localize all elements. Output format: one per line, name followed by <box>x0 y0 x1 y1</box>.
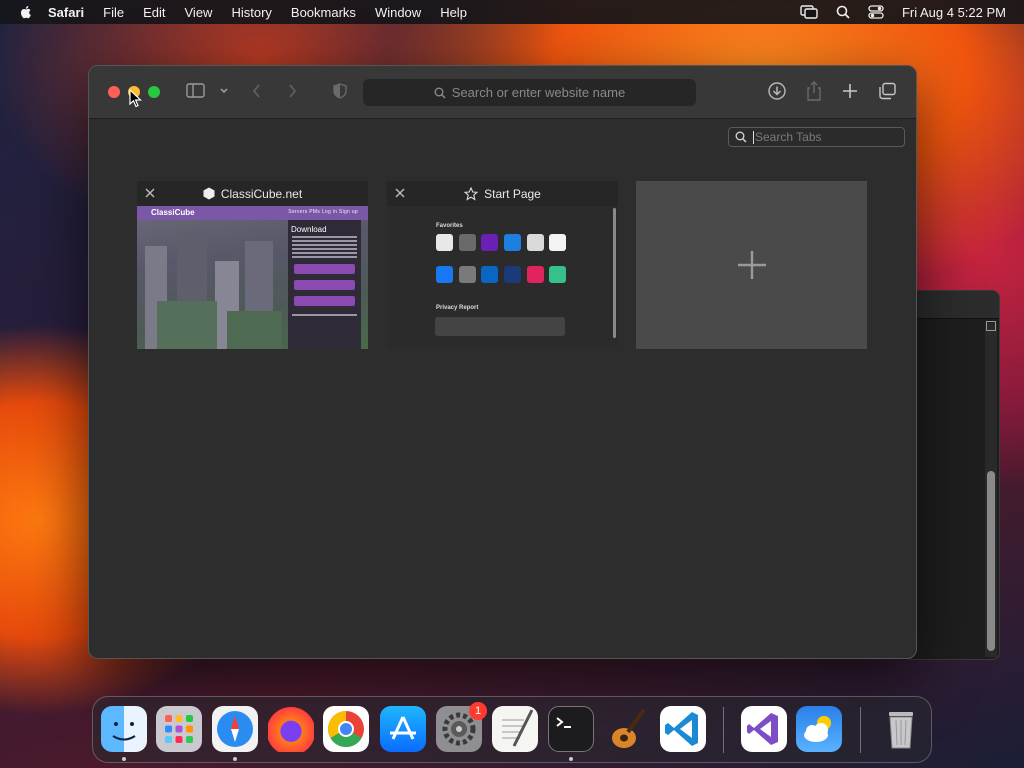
close-tab-icon[interactable] <box>394 187 406 199</box>
forward-arrow-icon[interactable] <box>286 82 298 102</box>
split-view-icon[interactable] <box>986 321 996 331</box>
plus-icon <box>737 251 766 279</box>
download-panel: Download <box>288 220 361 349</box>
chevron-down-icon[interactable] <box>219 82 229 102</box>
yelp-favorite-icon <box>527 266 544 283</box>
tripadvisor-favorite-icon <box>549 266 566 283</box>
menu-file[interactable]: File <box>103 5 124 20</box>
notification-badge: 1 <box>469 702 487 720</box>
close-tab-icon[interactable] <box>144 187 156 199</box>
classicube-favicon-icon <box>203 187 215 200</box>
search-tabs-field[interactable]: Search Tabs <box>728 127 905 147</box>
tab-thumbnail: Favorites Privacy Report <box>387 206 618 349</box>
screen-mirroring-icon[interactable] <box>800 5 818 19</box>
address-placeholder: Search or enter website name <box>451 85 626 100</box>
address-bar[interactable]: Search or enter website name <box>363 79 696 106</box>
weather-dock-icon[interactable] <box>796 706 842 752</box>
new-tab-tile[interactable] <box>636 181 867 349</box>
dock: 1 <box>92 696 932 763</box>
site-nav-links: Servers PMs Log in Sign up <box>288 209 358 215</box>
downloads-icon[interactable] <box>767 81 787 101</box>
spotlight-search-icon[interactable] <box>836 5 850 19</box>
trash-dock-icon[interactable] <box>878 706 924 752</box>
star-icon <box>464 186 479 201</box>
yahoo-favorite-icon <box>481 234 498 251</box>
search-tabs-placeholder: Search Tabs <box>755 130 822 144</box>
tab-title: Start Page <box>484 186 541 201</box>
menu-app-name[interactable]: Safari <box>48 5 84 20</box>
tab-overview-icon[interactable] <box>878 82 897 102</box>
tab-tile-header: Start Page <box>387 181 618 206</box>
favorite-icon <box>459 266 476 283</box>
terminal-dock-icon[interactable] <box>548 706 594 752</box>
sidebar-toggle-icon[interactable] <box>186 82 206 102</box>
visual-studio-dock-icon[interactable] <box>741 706 787 752</box>
weather-channel-favorite-icon <box>504 266 521 283</box>
tab-thumbnail: ClassiCube Servers PMs Log in Sign up Do… <box>137 206 368 349</box>
favorites-label: Favorites <box>436 223 463 229</box>
firefox-dock-icon[interactable] <box>268 706 314 752</box>
launchpad-dock-icon[interactable] <box>156 706 202 752</box>
search-icon <box>434 87 446 99</box>
garageband-dock-icon[interactable] <box>604 706 650 752</box>
mouse-cursor-icon <box>129 89 142 108</box>
control-center-icon[interactable] <box>868 5 884 19</box>
thumb-button <box>294 264 355 274</box>
new-tab-area <box>636 181 867 349</box>
new-tab-plus-icon[interactable] <box>842 82 858 102</box>
scrollbar-thumb[interactable] <box>987 471 995 651</box>
tab-tile-header: ClassiCube.net <box>137 181 368 206</box>
back-arrow-icon[interactable] <box>251 82 263 102</box>
tab-tile-start-page[interactable]: Start Page Favorites Privacy Report <box>387 181 618 349</box>
thumb-scrollbar <box>613 208 616 338</box>
safari-toolbar: Search or enter website name <box>89 66 916 119</box>
vscode-dock-icon[interactable] <box>660 706 706 752</box>
search-icon <box>735 131 747 143</box>
privacy-report-label: Privacy Report <box>436 305 479 311</box>
wikipedia-favorite-icon <box>549 234 566 251</box>
menu-edit[interactable]: Edit <box>143 5 165 20</box>
apple-favorite-icon <box>436 234 453 251</box>
text-caret <box>753 130 754 144</box>
tab-tile-classicube[interactable]: ClassiCube.net ClassiCube Servers PMs Lo… <box>137 181 368 349</box>
menu-history[interactable]: History <box>231 5 271 20</box>
close-window-button[interactable] <box>108 86 120 98</box>
background-window[interactable] <box>905 290 1000 660</box>
site-brand: ClassiCube <box>151 208 195 217</box>
app-store-dock-icon[interactable] <box>380 706 426 752</box>
menu-bar: Safari File Edit View History Bookmarks … <box>0 0 1024 24</box>
thumb-button <box>294 280 355 290</box>
status-area: Fri Aug 4 5:22 PM <box>782 0 1006 24</box>
google-favorite-icon <box>527 234 544 251</box>
menu-clock[interactable]: Fri Aug 4 5:22 PM <box>902 5 1006 20</box>
chrome-dock-icon[interactable] <box>323 706 369 752</box>
menu-bookmarks[interactable]: Bookmarks <box>291 5 356 20</box>
background-window-titlebar <box>906 291 999 319</box>
facebook-favorite-icon <box>436 266 453 283</box>
zoom-window-button[interactable] <box>148 86 160 98</box>
apple-menu-icon[interactable] <box>18 4 34 20</box>
linkedin-favorite-icon <box>481 266 498 283</box>
privacy-shield-icon[interactable] <box>332 82 348 102</box>
download-heading: Download <box>291 225 327 234</box>
textedit-dock-icon[interactable] <box>492 706 538 752</box>
safari-dock-icon[interactable] <box>212 706 258 752</box>
safari-window: Search or enter website name Search Tabs… <box>88 65 917 659</box>
share-icon[interactable] <box>805 80 823 101</box>
tab-title: ClassiCube.net <box>220 186 303 201</box>
menu-view[interactable]: View <box>185 5 213 20</box>
finder-dock-icon[interactable] <box>101 706 147 752</box>
menu-window[interactable]: Window <box>375 5 421 20</box>
favorite-icon <box>459 234 476 251</box>
thumb-button <box>294 296 355 306</box>
menu-help[interactable]: Help <box>440 5 467 20</box>
bing-favorite-icon <box>504 234 521 251</box>
privacy-report-card <box>435 317 565 336</box>
